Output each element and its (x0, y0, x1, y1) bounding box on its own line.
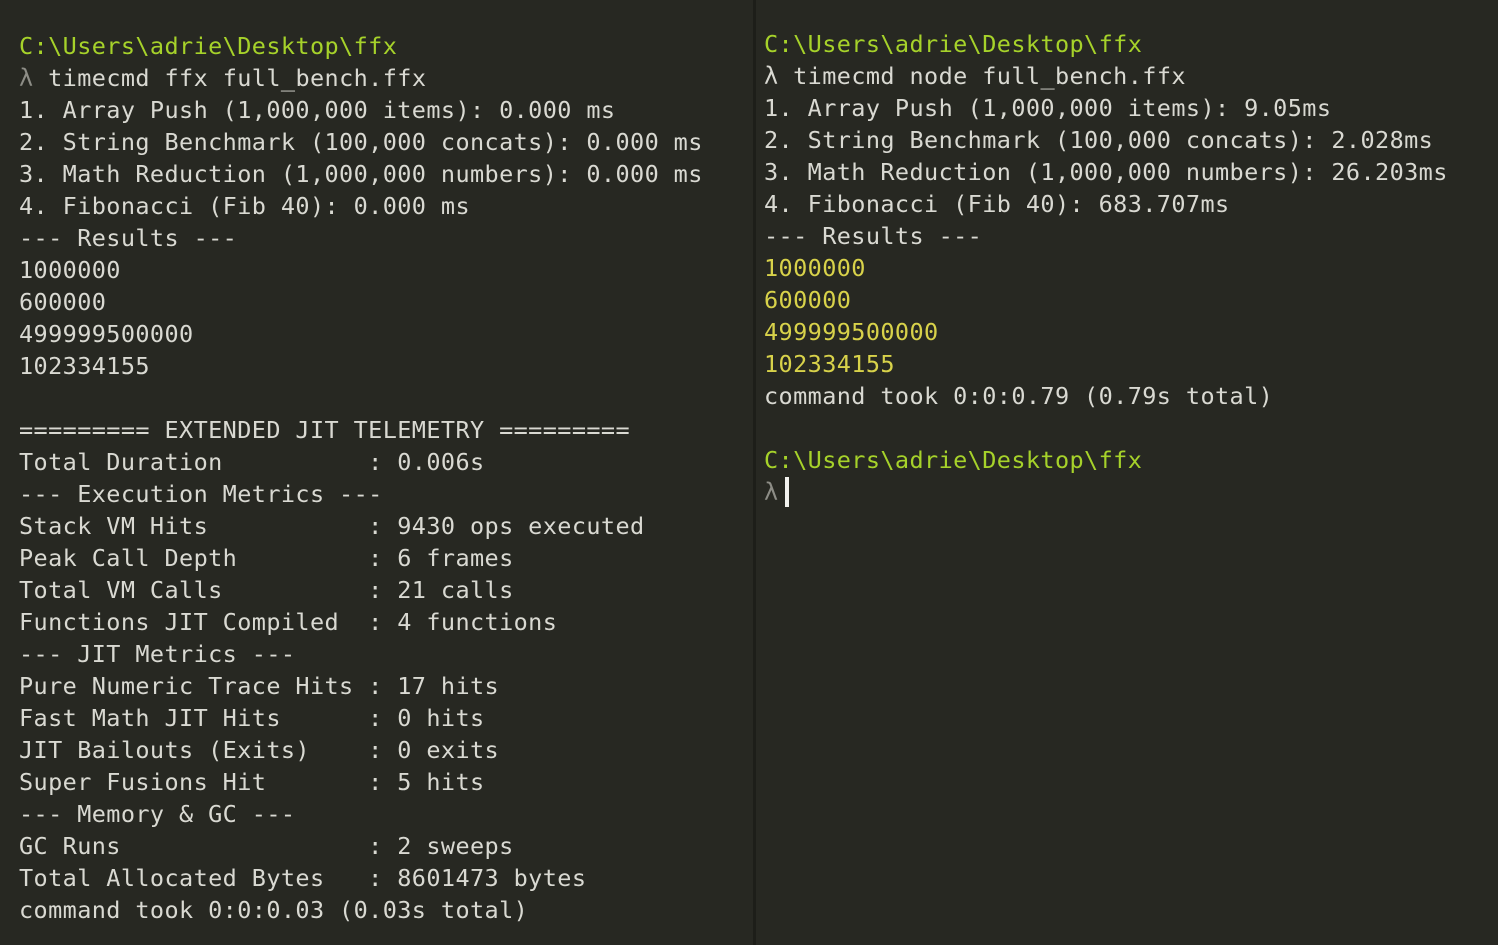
telemetry-line: GC Runs : 2 sweeps (19, 832, 514, 860)
result-value: 499999500000 (19, 320, 194, 348)
prompt-path: C:\Users\adrie\Desktop\ffx (19, 32, 398, 60)
telemetry-section: --- JIT Metrics --- (19, 640, 296, 668)
output-line: 4. Fibonacci (Fib 40): 683.707ms (764, 190, 1230, 218)
prompt-path: C:\Users\adrie\Desktop\ffx (764, 30, 1143, 58)
telemetry-line: Pure Numeric Trace Hits : 17 hits (19, 672, 500, 700)
results-header: --- Results --- (19, 224, 238, 252)
result-value: 102334155 (764, 350, 895, 378)
telemetry-line: Total VM Calls : 21 calls (19, 576, 514, 604)
telemetry-header: ========= EXTENDED JIT TELEMETRY =======… (19, 416, 631, 444)
terminal-pane-left[interactable]: C:\Users\adrie\Desktop\ffx λ timecmd ffx… (0, 0, 753, 945)
active-prompt-line[interactable]: λ (764, 476, 1498, 508)
telemetry-line: Super Fusions Hit : 5 hits (19, 768, 485, 796)
command-line: λ timecmd node full_bench.ffx (764, 60, 1498, 92)
telemetry-line: Peak Call Depth : 6 frames (19, 544, 514, 572)
output-line: 2. String Benchmark (100,000 concats): 2… (764, 126, 1434, 154)
terminal-workspace: C:\Users\adrie\Desktop\ffx λ timecmd ffx… (0, 0, 1498, 945)
timing-line: command took 0:0:0.79 (0.79s total) (764, 382, 1274, 410)
result-value: 600000 (764, 286, 852, 314)
lambda-prompt-icon: λ (19, 64, 34, 92)
output-line: 3. Math Reduction (1,000,000 numbers): 0… (19, 160, 703, 188)
command-text: timecmd ffx full_bench.ffx (48, 64, 427, 92)
terminal-pane-right[interactable]: C:\Users\adrie\Desktop\ffx λ timecmd nod… (756, 0, 1498, 945)
telemetry-line: Total Allocated Bytes : 8601473 bytes (19, 864, 587, 892)
result-value: 499999500000 (764, 318, 939, 346)
output-line: 1. Array Push (1,000,000 items): 0.000 m… (19, 96, 616, 124)
telemetry-section: --- Execution Metrics --- (19, 480, 383, 508)
command-line: λ timecmd ffx full_bench.ffx (19, 62, 753, 94)
telemetry-line: Functions JIT Compiled : 4 functions (19, 608, 558, 636)
result-value: 1000000 (764, 254, 866, 282)
telemetry-line: Fast Math JIT Hits : 0 hits (19, 704, 485, 732)
lambda-prompt-icon: λ (764, 478, 779, 506)
telemetry-line: JIT Bailouts (Exits) : 0 exits (19, 736, 500, 764)
command-text: timecmd node full_bench.ffx (793, 62, 1186, 90)
output-line: 2. String Benchmark (100,000 concats): 0… (19, 128, 703, 156)
results-header: --- Results --- (764, 222, 983, 250)
result-value: 600000 (19, 288, 107, 316)
result-value: 102334155 (19, 352, 150, 380)
lambda-prompt-icon: λ (764, 62, 779, 90)
telemetry-section: --- Memory & GC --- (19, 800, 296, 828)
result-value: 1000000 (19, 256, 121, 284)
timing-line: command took 0:0:0.03 (0.03s total) (19, 896, 529, 924)
output-line: 3. Math Reduction (1,000,000 numbers): 2… (764, 158, 1448, 186)
output-line: 1. Array Push (1,000,000 items): 9.05ms (764, 94, 1332, 122)
telemetry-line: Stack VM Hits : 9430 ops executed (19, 512, 645, 540)
output-line: 4. Fibonacci (Fib 40): 0.000 ms (19, 192, 470, 220)
telemetry-line: Total Duration : 0.006s (19, 448, 485, 476)
text-cursor (784, 477, 789, 507)
prompt-path: C:\Users\adrie\Desktop\ffx (764, 446, 1143, 474)
